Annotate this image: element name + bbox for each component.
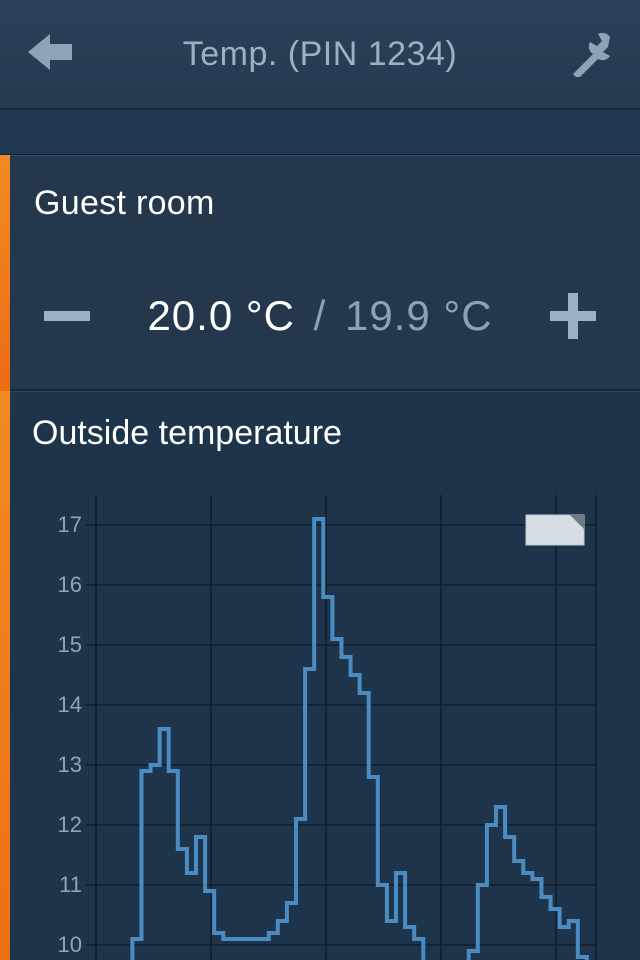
back-arrow-icon xyxy=(22,28,78,81)
svg-text:13: 13 xyxy=(58,752,82,777)
chart-legend-toggle[interactable] xyxy=(526,515,584,545)
room-card: Guest room 20.0 °C / 19.9 °C xyxy=(0,155,640,391)
svg-text:11: 11 xyxy=(59,872,82,897)
set-temperature: 20.0 °C xyxy=(147,292,295,339)
svg-text:12: 12 xyxy=(58,812,82,837)
temperature-readout: 20.0 °C / 19.9 °C xyxy=(147,292,492,340)
minus-icon xyxy=(44,311,90,321)
temperature-separator: / xyxy=(314,292,327,339)
chart-title: Outside temperature xyxy=(26,414,620,453)
chart-card: Outside temperature 10 11 12 13 14 15 16 17 xyxy=(0,391,640,960)
wrench-icon xyxy=(565,27,615,82)
page-title: Temp. (PIN 1234) xyxy=(183,35,457,74)
svg-text:10: 10 xyxy=(58,932,82,957)
increase-temp-button[interactable] xyxy=(540,283,606,349)
svg-text:15: 15 xyxy=(58,632,82,657)
svg-text:17: 17 xyxy=(58,512,82,537)
tab-bar xyxy=(0,110,640,155)
chart-card-wrap: Outside temperature 10 11 12 13 14 15 16 17 xyxy=(0,391,640,960)
back-button[interactable] xyxy=(0,0,100,108)
svg-text:16: 16 xyxy=(58,572,82,597)
plus-icon-v xyxy=(568,293,578,339)
room-card-wrap: Guest room 20.0 °C / 19.9 °C xyxy=(0,155,640,391)
temperature-stepper: 20.0 °C / 19.9 °C xyxy=(34,283,606,349)
svg-text:14: 14 xyxy=(58,692,82,717)
current-temperature: 19.9 °C xyxy=(345,292,493,339)
settings-button[interactable] xyxy=(540,0,640,108)
decrease-temp-button[interactable] xyxy=(34,283,100,349)
outside-temp-chart[interactable]: 10 11 12 13 14 15 16 17 xyxy=(26,485,616,960)
room-title: Guest room xyxy=(34,184,606,223)
app-header: Temp. (PIN 1234) xyxy=(0,0,640,110)
